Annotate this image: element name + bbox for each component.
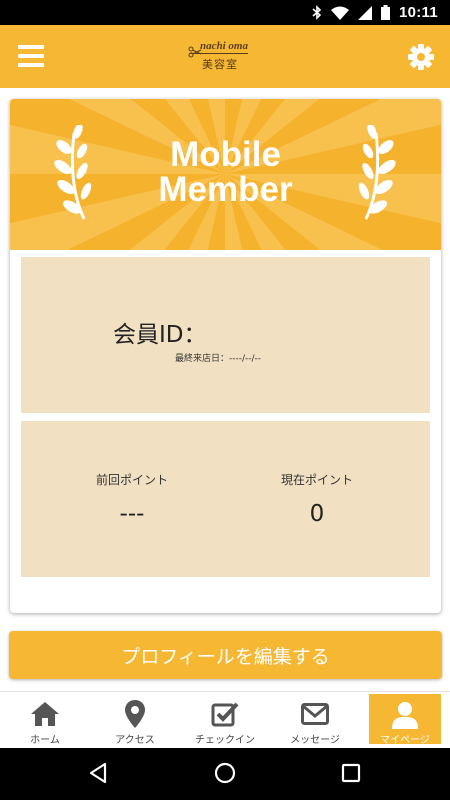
app-bar: nachi oma 美容室: [0, 25, 450, 88]
checkbox-icon: [211, 702, 239, 727]
bottom-nav: ホーム アクセス チェックイン メッセージ マイページ: [0, 691, 450, 748]
member-id-panel: 会員ID： 最終来店日：----/--/--: [21, 257, 430, 413]
current-points-value: 0: [309, 501, 325, 527]
edit-profile-button[interactable]: プロフィールを編集する: [9, 631, 442, 679]
battery-icon: [380, 5, 390, 20]
previous-points: 前回ポイント ---: [57, 471, 207, 527]
map-pin-icon: [125, 700, 145, 728]
previous-points-label: 前回ポイント: [95, 473, 168, 487]
user-icon: [392, 702, 418, 729]
current-points-label: 現在ポイント: [280, 473, 353, 487]
home-icon: [31, 702, 59, 726]
signal-icon: [357, 5, 372, 20]
bluetooth-icon: [312, 5, 322, 20]
nav-message[interactable]: メッセージ: [270, 692, 360, 748]
nav-mypage[interactable]: マイページ: [369, 694, 441, 746]
gear-icon: [408, 44, 434, 70]
member-id-label: 会員ID：: [113, 322, 207, 348]
envelope-icon: [301, 703, 329, 725]
nav-checkin[interactable]: チェックイン: [180, 692, 270, 748]
clock: 10:11: [398, 4, 438, 21]
nav-home[interactable]: ホーム: [0, 692, 90, 748]
hamburger-icon-line: [18, 45, 44, 49]
current-points: 現在ポイント 0: [242, 471, 392, 527]
back-icon[interactable]: [88, 762, 108, 784]
menu-button[interactable]: [18, 45, 44, 67]
member-banner: Mobile Member: [10, 99, 441, 250]
salon-logo: nachi oma 美容室: [188, 40, 268, 74]
hamburger-icon-line: [18, 63, 44, 67]
banner-title: Mobile Member: [158, 135, 293, 209]
hamburger-icon-line: [18, 54, 44, 58]
recents-icon[interactable]: [341, 763, 361, 783]
wifi-icon: [330, 6, 349, 20]
previous-points-value: ---: [119, 501, 145, 527]
home-circle-icon[interactable]: [214, 762, 236, 784]
last-visit-date: 最終来店日：----/--/--: [175, 354, 262, 364]
system-nav-bar: [0, 748, 450, 800]
status-bar: 10:11: [0, 0, 450, 25]
settings-button[interactable]: [408, 44, 434, 70]
member-card: Mobile Member 会員ID： 最終来店日：----/--/-- 前回ポ…: [10, 99, 441, 613]
nav-access[interactable]: アクセス: [90, 692, 180, 748]
points-panel: 前回ポイント --- 現在ポイント 0: [21, 421, 430, 577]
